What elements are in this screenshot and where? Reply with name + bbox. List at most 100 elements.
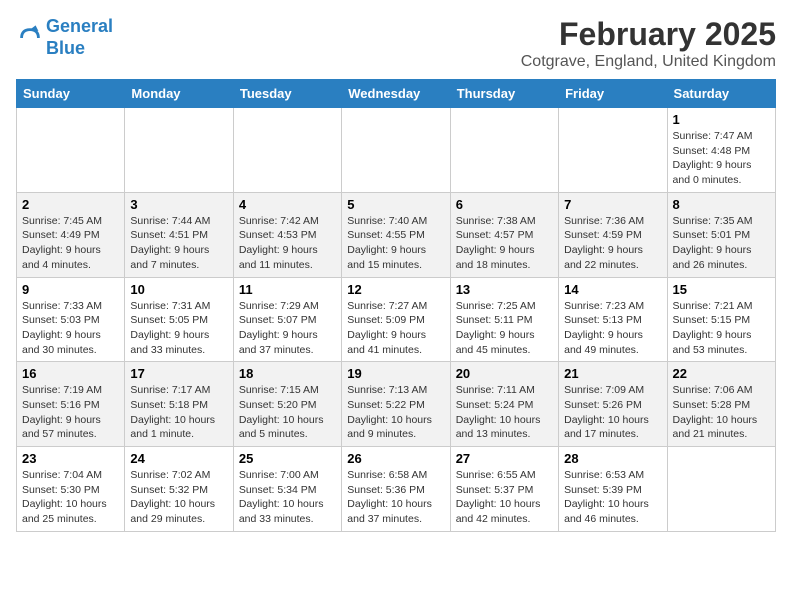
day-info: Sunrise: 7:42 AM Sunset: 4:53 PM Dayligh… [239, 214, 336, 273]
day-number: 2 [22, 197, 119, 212]
day-number: 10 [130, 282, 227, 297]
day-info: Sunrise: 7:36 AM Sunset: 4:59 PM Dayligh… [564, 214, 661, 273]
day-info: Sunrise: 7:13 AM Sunset: 5:22 PM Dayligh… [347, 383, 444, 442]
day-info: Sunrise: 7:40 AM Sunset: 4:55 PM Dayligh… [347, 214, 444, 273]
calendar-body: 1 Sunrise: 7:47 AM Sunset: 4:48 PM Daylig… [17, 108, 776, 532]
day-number: 25 [239, 451, 336, 466]
subtitle: Cotgrave, England, United Kingdom [521, 53, 776, 71]
logo-icon [16, 24, 44, 52]
table-cell: 8 Sunrise: 7:35 AM Sunset: 5:01 PM Daylig… [667, 192, 775, 277]
header-thursday: Thursday [450, 80, 558, 108]
day-number: 20 [456, 366, 553, 381]
table-cell [125, 108, 233, 193]
table-cell [667, 447, 775, 532]
calendar-header: SundayMondayTuesdayWednesdayThursdayFrid… [17, 80, 776, 108]
day-number: 3 [130, 197, 227, 212]
table-cell: 10Sunrise: 7:31 AM Sunset: 5:05 PM Dayli… [125, 277, 233, 362]
day-number: 9 [22, 282, 119, 297]
day-number: 26 [347, 451, 444, 466]
table-cell [17, 108, 125, 193]
table-cell: 3 Sunrise: 7:44 AM Sunset: 4:51 PM Daylig… [125, 192, 233, 277]
day-info: Sunrise: 7:06 AM Sunset: 5:28 PM Dayligh… [673, 383, 770, 442]
day-number: 7 [564, 197, 661, 212]
day-number: 14 [564, 282, 661, 297]
table-cell: 19 Sunrise: 7:13 AM Sunset: 5:22 PM Dayli… [342, 362, 450, 447]
table-cell [342, 108, 450, 193]
day-info: Sunrise: 7:00 AM Sunset: 5:34 PM Dayligh… [239, 468, 336, 527]
table-cell: 1 Sunrise: 7:47 AM Sunset: 4:48 PM Daylig… [667, 108, 775, 193]
day-info: Sunrise: 7:29 AM Sunset: 5:07 PM Dayligh… [239, 299, 336, 358]
table-cell: 20Sunrise: 7:11 AM Sunset: 5:24 PM Dayli… [450, 362, 558, 447]
day-info: Sunrise: 7:45 AM Sunset: 4:49 PM Dayligh… [22, 214, 119, 273]
week-row-3: 9 Sunrise: 7:33 AM Sunset: 5:03 PM Daylig… [17, 277, 776, 362]
week-row-1: 1 Sunrise: 7:47 AM Sunset: 4:48 PM Daylig… [17, 108, 776, 193]
header-row: SundayMondayTuesdayWednesdayThursdayFrid… [17, 80, 776, 108]
day-number: 13 [456, 282, 553, 297]
week-row-5: 23 Sunrise: 7:04 AM Sunset: 5:30 PM Dayli… [17, 447, 776, 532]
table-cell: 21 Sunrise: 7:09 AM Sunset: 5:26 PM Dayli… [559, 362, 667, 447]
table-cell: 13Sunrise: 7:25 AM Sunset: 5:11 PM Dayli… [450, 277, 558, 362]
day-number: 18 [239, 366, 336, 381]
table-cell: 26 Sunrise: 6:58 AM Sunset: 5:36 PM Dayli… [342, 447, 450, 532]
table-cell: 4 Sunrise: 7:42 AM Sunset: 4:53 PM Daylig… [233, 192, 341, 277]
header-wednesday: Wednesday [342, 80, 450, 108]
table-cell: 15 Sunrise: 7:21 AM Sunset: 5:15 PM Dayli… [667, 277, 775, 362]
day-info: Sunrise: 7:35 AM Sunset: 5:01 PM Dayligh… [673, 214, 770, 273]
day-number: 1 [673, 112, 770, 127]
day-info: Sunrise: 7:04 AM Sunset: 5:30 PM Dayligh… [22, 468, 119, 527]
header-monday: Monday [125, 80, 233, 108]
table-cell: 23 Sunrise: 7:04 AM Sunset: 5:30 PM Dayli… [17, 447, 125, 532]
table-cell: 17 Sunrise: 7:17 AM Sunset: 5:18 PM Dayli… [125, 362, 233, 447]
day-info: Sunrise: 7:33 AM Sunset: 5:03 PM Dayligh… [22, 299, 119, 358]
table-cell: 28 Sunrise: 6:53 AM Sunset: 5:39 PM Dayli… [559, 447, 667, 532]
header-tuesday: Tuesday [233, 80, 341, 108]
table-cell: 24 Sunrise: 7:02 AM Sunset: 5:32 PM Dayli… [125, 447, 233, 532]
day-info: Sunrise: 7:09 AM Sunset: 5:26 PM Dayligh… [564, 383, 661, 442]
day-number: 6 [456, 197, 553, 212]
day-number: 12 [347, 282, 444, 297]
calendar-table: SundayMondayTuesdayWednesdayThursdayFrid… [16, 79, 776, 532]
day-info: Sunrise: 7:47 AM Sunset: 4:48 PM Dayligh… [673, 129, 770, 188]
day-info: Sunrise: 7:44 AM Sunset: 4:51 PM Dayligh… [130, 214, 227, 273]
day-number: 19 [347, 366, 444, 381]
day-info: Sunrise: 7:15 AM Sunset: 5:20 PM Dayligh… [239, 383, 336, 442]
header-sunday: Sunday [17, 80, 125, 108]
day-info: Sunrise: 7:17 AM Sunset: 5:18 PM Dayligh… [130, 383, 227, 442]
day-number: 8 [673, 197, 770, 212]
table-cell: 2 Sunrise: 7:45 AM Sunset: 4:49 PM Daylig… [17, 192, 125, 277]
day-number: 21 [564, 366, 661, 381]
day-number: 5 [347, 197, 444, 212]
header-friday: Friday [559, 80, 667, 108]
day-info: Sunrise: 7:19 AM Sunset: 5:16 PM Dayligh… [22, 383, 119, 442]
day-number: 11 [239, 282, 336, 297]
table-cell: 7 Sunrise: 7:36 AM Sunset: 4:59 PM Daylig… [559, 192, 667, 277]
day-number: 17 [130, 366, 227, 381]
day-number: 23 [22, 451, 119, 466]
day-info: Sunrise: 7:02 AM Sunset: 5:32 PM Dayligh… [130, 468, 227, 527]
logo: General Blue [16, 16, 113, 59]
day-number: 24 [130, 451, 227, 466]
table-cell: 12 Sunrise: 7:27 AM Sunset: 5:09 PM Dayli… [342, 277, 450, 362]
day-number: 22 [673, 366, 770, 381]
table-cell: 5 Sunrise: 7:40 AM Sunset: 4:55 PM Daylig… [342, 192, 450, 277]
day-info: Sunrise: 7:21 AM Sunset: 5:15 PM Dayligh… [673, 299, 770, 358]
table-cell [233, 108, 341, 193]
main-title: February 2025 [521, 16, 776, 53]
logo-line2: Blue [46, 38, 85, 58]
day-number: 27 [456, 451, 553, 466]
table-cell: 27Sunrise: 6:55 AM Sunset: 5:37 PM Dayli… [450, 447, 558, 532]
day-info: Sunrise: 7:27 AM Sunset: 5:09 PM Dayligh… [347, 299, 444, 358]
table-cell: 16Sunrise: 7:19 AM Sunset: 5:16 PM Dayli… [17, 362, 125, 447]
day-number: 4 [239, 197, 336, 212]
day-info: Sunrise: 6:53 AM Sunset: 5:39 PM Dayligh… [564, 468, 661, 527]
table-cell: 9 Sunrise: 7:33 AM Sunset: 5:03 PM Daylig… [17, 277, 125, 362]
table-cell: 6Sunrise: 7:38 AM Sunset: 4:57 PM Daylig… [450, 192, 558, 277]
header-saturday: Saturday [667, 80, 775, 108]
day-number: 15 [673, 282, 770, 297]
week-row-4: 16Sunrise: 7:19 AM Sunset: 5:16 PM Dayli… [17, 362, 776, 447]
table-cell: 18 Sunrise: 7:15 AM Sunset: 5:20 PM Dayli… [233, 362, 341, 447]
day-info: Sunrise: 6:58 AM Sunset: 5:36 PM Dayligh… [347, 468, 444, 527]
day-number: 28 [564, 451, 661, 466]
table-cell: 22 Sunrise: 7:06 AM Sunset: 5:28 PM Dayli… [667, 362, 775, 447]
day-info: Sunrise: 7:23 AM Sunset: 5:13 PM Dayligh… [564, 299, 661, 358]
